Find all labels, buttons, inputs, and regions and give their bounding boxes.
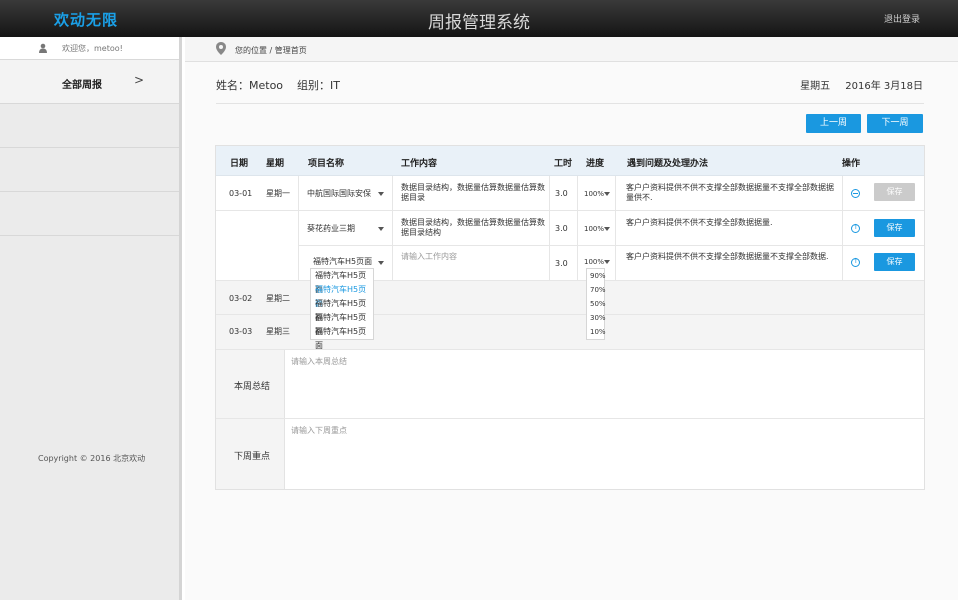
sidebar-item-empty xyxy=(0,148,179,192)
issue-text[interactable]: 客户户资料提供不供不支撑全部数据据量. xyxy=(626,218,836,228)
dropdown-option[interactable]: 10% xyxy=(587,325,606,339)
weekday-label: 星期五 xyxy=(800,81,831,92)
save-button[interactable]: 保存 xyxy=(874,183,915,201)
divider xyxy=(216,103,924,104)
sidebar-item-empty xyxy=(0,192,179,236)
user-icon xyxy=(39,43,47,53)
chevron-down-icon[interactable] xyxy=(604,260,610,264)
save-button[interactable]: 保存 xyxy=(874,219,915,237)
app-title: 周报管理系统 xyxy=(428,13,530,33)
dropdown-option[interactable]: 福特汽车H5页面 xyxy=(311,297,373,322)
progress-select[interactable]: 100% xyxy=(584,257,604,267)
work-content[interactable]: 数据目录结构，数据量估算数据量估算数据目录 xyxy=(401,183,545,203)
week-summary-input[interactable]: 请输入本周总结 xyxy=(284,350,924,418)
chevron-down-icon[interactable] xyxy=(378,227,384,231)
group-label: 组别：IT xyxy=(297,79,340,92)
row-divider xyxy=(216,210,924,211)
col-project: 项目名称 xyxy=(308,159,345,169)
work-content[interactable]: 数据目录结构，数据量估算数据量估算数据目录结构 xyxy=(401,218,545,238)
hours-value[interactable]: 3.0 xyxy=(555,224,568,234)
breadcrumb-text: 您的位置 / 管理首页 xyxy=(235,46,307,55)
upload-icon[interactable] xyxy=(851,257,860,267)
col-divider xyxy=(549,176,550,280)
col-work: 工作内容 xyxy=(401,159,438,169)
dropdown-option[interactable]: 70% xyxy=(587,283,606,297)
work-content-input[interactable]: 请输入工作内容 xyxy=(401,252,457,262)
next-week-button[interactable]: 下一周 xyxy=(867,114,923,133)
row-day: 星期三 xyxy=(266,327,290,336)
project-select[interactable]: 葵花药业三期 xyxy=(307,224,355,234)
hours-value[interactable]: 3.0 xyxy=(555,259,568,269)
logout-link[interactable]: 退出登录 xyxy=(884,12,920,25)
remove-icon[interactable] xyxy=(851,189,860,198)
sidebar: 欢迎您，metoo! 全部周报 > Copyright © 2016 北京欢动 xyxy=(0,37,182,600)
progress-select[interactable]: 100% xyxy=(584,224,604,234)
project-select[interactable]: 中航国际国际安保 xyxy=(307,189,371,199)
col-actions: 操作 xyxy=(842,159,861,169)
row-date: 03-02 xyxy=(229,294,253,303)
dropdown-option[interactable]: 90% xyxy=(587,269,606,283)
progress-select[interactable]: 100% xyxy=(584,189,604,199)
chevron-right-icon: > xyxy=(134,73,145,87)
dropdown-option[interactable]: 福特汽车H5页面 xyxy=(311,325,373,350)
sidebar-item-all-reports[interactable]: 全部周报 > xyxy=(0,60,179,104)
name-label: 姓名：Metoo xyxy=(216,79,284,92)
col-issue: 遇到问题及处理办法 xyxy=(627,159,709,169)
project-dropdown[interactable]: 福特汽车H5页面 福特汽车H5页面 福特汽车H5页面 福特汽车H5页面 福特汽车… xyxy=(310,268,374,350)
dropdown-option[interactable]: 福特汽车H5页面 xyxy=(311,311,373,336)
upload-icon[interactable] xyxy=(851,223,860,233)
week-summary-label: 本周总结 xyxy=(234,382,271,392)
welcome-bar: 欢迎您，metoo! xyxy=(0,37,179,60)
prev-week-button[interactable]: 上一周 xyxy=(806,114,861,133)
sidebar-item-label: 全部周报 xyxy=(62,80,102,91)
breadcrumb: 您的位置 / 管理首页 xyxy=(185,37,958,62)
user-info: 姓名：Metoo 组别：IT xyxy=(216,77,340,93)
next-week-input[interactable]: 请输入下周重点 xyxy=(284,419,924,489)
chevron-down-icon[interactable] xyxy=(378,261,384,265)
dropdown-option[interactable]: 30% xyxy=(587,311,606,325)
row-date: 03-01 xyxy=(229,189,253,198)
issue-text[interactable]: 客户户资料提供不供不支撑全部数据据量不支撑全部数据. xyxy=(626,252,836,262)
weekly-table: 日期 星期 项目名称 工作内容 工时 进度 遇到问题及处理办法 操作 03-01… xyxy=(215,145,925,490)
col-date: 日期 xyxy=(230,159,249,169)
row-date: 03-03 xyxy=(229,327,253,336)
col-divider xyxy=(298,176,299,280)
progress-dropdown[interactable]: 90% 70% 50% 30% 10% xyxy=(586,268,606,340)
chevron-down-icon[interactable] xyxy=(604,227,610,231)
project-select[interactable]: 福特汽车H5页面 xyxy=(313,257,372,267)
save-button[interactable]: 保存 xyxy=(874,253,915,271)
row-day: 星期一 xyxy=(266,189,290,198)
copyright: Copyright © 2016 北京欢动 xyxy=(38,454,146,463)
dropdown-option[interactable]: 福特汽车H5页面 xyxy=(311,283,373,308)
row-day: 星期二 xyxy=(266,294,290,303)
col-divider xyxy=(577,176,578,280)
sidebar-item-empty xyxy=(0,104,179,148)
col-progress: 进度 xyxy=(586,159,605,169)
date-label: 2016年 3月18日 xyxy=(845,81,923,92)
table-header: 日期 星期 项目名称 工作内容 工时 进度 遇到问题及处理办法 操作 xyxy=(216,146,924,176)
issue-text[interactable]: 客户户资料提供不供不支撑全部数据据量不支撑全部数据据量供不. xyxy=(626,183,836,203)
col-hours: 工时 xyxy=(554,159,573,169)
next-week-label: 下周重点 xyxy=(234,452,271,462)
col-divider xyxy=(392,176,393,280)
col-day: 星期 xyxy=(266,159,285,169)
hours-value[interactable]: 3.0 xyxy=(555,189,568,199)
summary-label-cell: 本周总结 xyxy=(216,350,284,418)
col-divider xyxy=(615,176,616,280)
date-info: 星期五 2016年 3月18日 xyxy=(788,77,923,92)
dropdown-option[interactable]: 福特汽车H5页面 xyxy=(311,269,373,294)
dropdown-option[interactable]: 50% xyxy=(587,297,606,311)
chevron-down-icon[interactable] xyxy=(378,192,384,196)
col-divider xyxy=(842,176,843,280)
top-bar: 欢动无限 周报管理系统 退出登录 xyxy=(0,0,958,37)
summary-label-cell: 下周重点 xyxy=(216,419,284,489)
chevron-down-icon[interactable] xyxy=(604,192,610,196)
location-pin-icon xyxy=(216,42,226,55)
welcome-text: 欢迎您，metoo! xyxy=(62,44,123,53)
